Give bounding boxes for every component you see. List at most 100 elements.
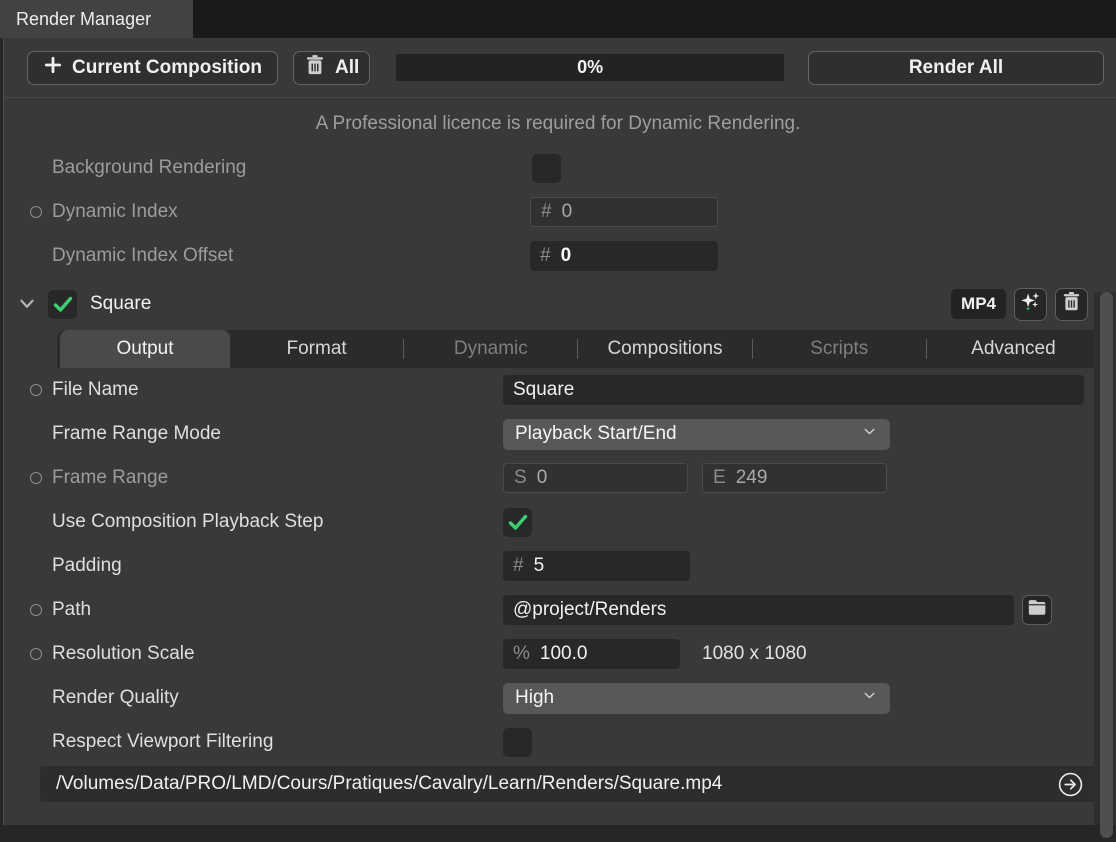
padding-value: 5 bbox=[534, 555, 545, 577]
background-rendering-label: Background Rendering bbox=[52, 157, 530, 179]
path-suffix: /Renders bbox=[589, 599, 666, 621]
item-enabled-checkbox[interactable] bbox=[48, 290, 77, 319]
background-rendering-checkbox[interactable] bbox=[532, 154, 561, 183]
delete-all-label: All bbox=[335, 57, 359, 79]
delete-all-button[interactable]: All bbox=[293, 51, 370, 85]
dynamic-index-offset-label: Dynamic Index Offset bbox=[52, 245, 530, 267]
file-name-input[interactable]: Square bbox=[503, 375, 1084, 405]
browse-folder-button[interactable] bbox=[1022, 595, 1052, 625]
tab-render-manager[interactable]: Render Manager bbox=[0, 0, 193, 38]
file-name-label: File Name bbox=[52, 379, 503, 401]
row-respect-viewport-filtering: Respect Viewport Filtering bbox=[0, 720, 1116, 764]
panel-title: Render Manager bbox=[16, 9, 151, 30]
dynamic-index-offset-field[interactable]: # 0 bbox=[530, 241, 718, 271]
plus-icon bbox=[43, 55, 63, 81]
licence-notice: A Professional licence is required for D… bbox=[0, 110, 1116, 138]
dynamic-index-field[interactable]: # 0 bbox=[530, 197, 718, 227]
path-token: @project bbox=[513, 599, 589, 621]
tab-advanced[interactable]: Advanced bbox=[927, 330, 1100, 368]
padding-input[interactable]: # 5 bbox=[503, 551, 690, 581]
use-composition-playback-step-label: Use Composition Playback Step bbox=[52, 511, 503, 533]
row-path: Path @project/Renders bbox=[0, 588, 1116, 632]
connection-indicator bbox=[30, 648, 42, 660]
check-icon bbox=[506, 510, 530, 534]
chevron-down-icon bbox=[861, 687, 878, 710]
frame-range-end-input[interactable]: E 249 bbox=[702, 463, 887, 493]
row-frame-range-mode: Frame Range Mode Playback Start/End bbox=[0, 412, 1116, 456]
row-padding: Padding # 5 bbox=[0, 544, 1116, 588]
render-all-button[interactable]: Render All bbox=[808, 51, 1104, 85]
path-label: Path bbox=[52, 599, 503, 621]
dynamic-index-label: Dynamic Index bbox=[52, 201, 530, 223]
toolbar-divider bbox=[0, 97, 1116, 98]
chevron-down-icon[interactable] bbox=[16, 293, 40, 315]
row-dynamic-index-offset: Dynamic Index Offset # 0 bbox=[0, 234, 1116, 278]
progress-percentage: 0% bbox=[577, 57, 603, 78]
connection-indicator bbox=[30, 206, 42, 218]
render-item-header: Square MP4 bbox=[0, 280, 1116, 328]
apply-to-all-button[interactable] bbox=[1014, 288, 1047, 321]
connection-indicator bbox=[30, 472, 42, 484]
window-tab-bar: Render Manager bbox=[0, 0, 1116, 38]
row-background-rendering: Background Rendering bbox=[0, 146, 1116, 190]
row-resolution-scale: Resolution Scale % 100.0 1080 x 1080 bbox=[0, 632, 1116, 676]
frame-range-mode-value: Playback Start/End bbox=[515, 423, 677, 445]
frame-range-mode-label: Frame Range Mode bbox=[52, 423, 503, 445]
number-prefix: # bbox=[541, 201, 552, 223]
padding-label: Padding bbox=[52, 555, 503, 577]
number-prefix: # bbox=[540, 245, 551, 267]
start-prefix: S bbox=[514, 467, 527, 489]
percent-prefix: % bbox=[513, 643, 530, 665]
render-all-label: Render All bbox=[909, 57, 1003, 79]
row-use-composition-playback-step: Use Composition Playback Step bbox=[0, 500, 1116, 544]
folder-icon bbox=[1026, 596, 1048, 624]
render-manager-panel: Current Composition All 0% Render All A … bbox=[0, 38, 1116, 825]
add-current-composition-button[interactable]: Current Composition bbox=[27, 51, 278, 85]
respect-viewport-filtering-label: Respect Viewport Filtering bbox=[52, 731, 503, 753]
resolution-readout: 1080 x 1080 bbox=[702, 643, 807, 665]
tab-scripts[interactable]: Scripts bbox=[753, 330, 926, 368]
render-quality-select[interactable]: High bbox=[503, 683, 890, 714]
sparkles-icon bbox=[1019, 290, 1042, 319]
end-prefix: E bbox=[713, 467, 726, 489]
tab-format[interactable]: Format bbox=[230, 330, 403, 368]
open-path-arrow-icon[interactable] bbox=[1057, 771, 1084, 798]
trash-icon bbox=[304, 54, 326, 82]
item-name: Square bbox=[90, 293, 151, 315]
tab-output[interactable]: Output bbox=[60, 330, 230, 368]
resolution-scale-input[interactable]: % 100.0 bbox=[503, 639, 680, 669]
check-icon bbox=[51, 292, 75, 316]
output-settings: File Name Square Frame Range Mode Playba… bbox=[0, 368, 1116, 764]
tab-dynamic[interactable]: Dynamic bbox=[404, 330, 577, 368]
frame-range-label: Frame Range bbox=[52, 467, 503, 489]
dynamic-index-offset-value: 0 bbox=[561, 245, 572, 267]
row-frame-range: Frame Range S 0 E 249 bbox=[0, 456, 1116, 500]
scrollbar-thumb[interactable] bbox=[1100, 292, 1113, 838]
resolution-scale-value: 100.0 bbox=[540, 643, 588, 665]
trash-icon bbox=[1061, 291, 1082, 318]
frame-range-start-input[interactable]: S 0 bbox=[503, 463, 688, 493]
connection-indicator bbox=[30, 384, 42, 396]
frame-range-start-value: 0 bbox=[537, 467, 548, 489]
add-current-composition-label: Current Composition bbox=[72, 57, 262, 79]
resolution-scale-label: Resolution Scale bbox=[52, 643, 503, 665]
global-settings: Background Rendering Dynamic Index # 0 D… bbox=[0, 146, 1116, 278]
resolved-output-path-bar: /Volumes/Data/PRO/LMD/Cours/Pratiques/Ca… bbox=[40, 766, 1096, 802]
resolved-output-path: /Volumes/Data/PRO/LMD/Cours/Pratiques/Ca… bbox=[56, 773, 722, 795]
respect-viewport-filtering-checkbox[interactable] bbox=[503, 728, 532, 757]
render-quality-label: Render Quality bbox=[52, 687, 503, 709]
frame-range-end-value: 249 bbox=[736, 467, 768, 489]
row-render-quality: Render Quality High bbox=[0, 676, 1116, 720]
number-prefix: # bbox=[513, 555, 524, 577]
toolbar: Current Composition All 0% Render All bbox=[0, 38, 1116, 97]
frame-range-mode-select[interactable]: Playback Start/End bbox=[503, 419, 890, 450]
tab-compositions[interactable]: Compositions bbox=[578, 330, 751, 368]
render-quality-value: High bbox=[515, 687, 554, 709]
render-progress-bar: 0% bbox=[396, 54, 784, 81]
item-tabs: Output Format Dynamic Compositions Scrip… bbox=[57, 330, 1100, 368]
path-input[interactable]: @project/Renders bbox=[503, 595, 1014, 625]
dynamic-index-value: 0 bbox=[562, 201, 573, 223]
chevron-down-icon bbox=[861, 423, 878, 446]
delete-item-button[interactable] bbox=[1055, 288, 1088, 321]
use-composition-playback-step-checkbox[interactable] bbox=[503, 508, 532, 537]
